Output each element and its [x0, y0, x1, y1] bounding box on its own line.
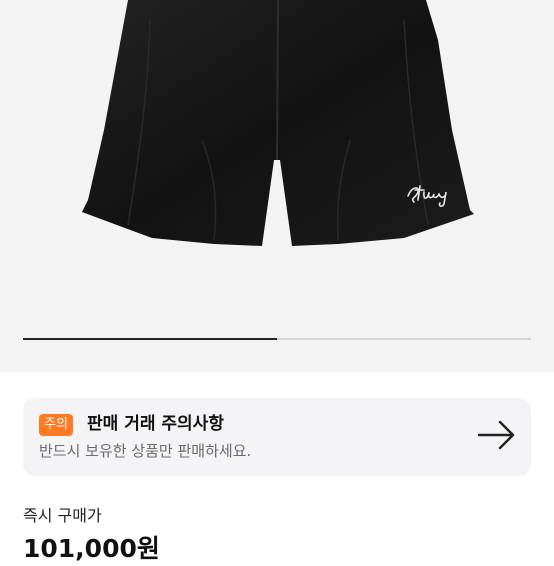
arrow-right-icon[interactable] — [477, 420, 517, 450]
instant-buy-price-value: 101,000원 — [23, 534, 160, 563]
product-image-area[interactable] — [0, 0, 554, 372]
carousel-indicator-active — [23, 338, 277, 340]
carousel-indicator — [23, 338, 531, 340]
sale-notice-card[interactable]: 주의 판매 거래 주의사항 반드시 보유한 상품만 판매하세요. — [23, 398, 531, 476]
product-image-shorts — [82, 0, 474, 246]
notice-title: 판매 거래 주의사항 — [87, 414, 224, 434]
caution-badge: 주의 — [39, 414, 73, 436]
notice-description: 반드시 보유한 상품만 판매하세요. — [39, 442, 252, 460]
instant-buy-price-label: 즉시 구매가 — [23, 506, 102, 525]
